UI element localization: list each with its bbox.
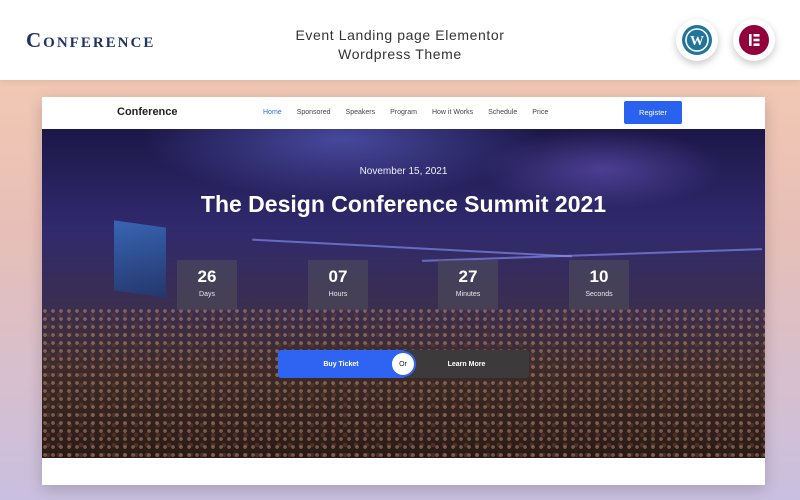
nav-sponsored[interactable]: Sponsored — [297, 109, 331, 116]
countdown-hours: 07 Hours — [308, 260, 368, 310]
elementor-badge — [733, 19, 775, 61]
wordpress-icon: W — [682, 25, 712, 55]
nav-schedule[interactable]: Schedule — [488, 109, 517, 116]
countdown-minutes: 27 Minutes — [438, 260, 498, 310]
countdown-label: Seconds — [585, 291, 613, 298]
countdown-label: Minutes — [455, 291, 481, 298]
buy-ticket-button[interactable]: Buy Ticket — [278, 350, 404, 378]
website-mockup: Conference Home Sponsored Speakers Progr… — [42, 97, 765, 485]
nav-price[interactable]: Price — [532, 109, 548, 116]
nav-speakers[interactable]: Speakers — [346, 109, 376, 116]
site-navbar: Conference Home Sponsored Speakers Progr… — [42, 97, 765, 129]
wordpress-badge: W — [676, 19, 718, 61]
light-beam — [252, 238, 572, 258]
or-divider: Or — [392, 353, 414, 375]
promo-title-line2: Wordpress Theme — [338, 46, 462, 62]
nav-how-it-works[interactable]: How it Works — [432, 109, 473, 116]
event-date: November 15, 2021 — [359, 166, 448, 177]
nav-home[interactable]: Home — [263, 109, 282, 116]
countdown-days: 26 Days — [177, 260, 237, 310]
countdown-label: Days — [199, 291, 215, 298]
elementor-icon — [739, 25, 769, 55]
learn-more-button[interactable]: Learn More — [404, 350, 529, 378]
countdown-value: 27 — [458, 267, 478, 286]
svg-text:W: W — [690, 34, 704, 49]
hero-section: November 15, 2021 The Design Conference … — [42, 129, 765, 458]
brand-logo: Conference — [26, 28, 156, 52]
nav-links: Home Sponsored Speakers Program How it W… — [263, 109, 563, 116]
site-logo[interactable]: Conference — [117, 106, 178, 118]
stage-screen-image — [114, 220, 166, 298]
audience-crowd-image — [42, 308, 765, 458]
cta-group: Buy Ticket Learn More Or — [278, 350, 529, 378]
countdown-value: 07 — [328, 267, 348, 286]
countdown-value: 26 — [197, 267, 217, 286]
promo-title: Event Landing page Elementor Wordpress T… — [250, 26, 550, 64]
countdown-label: Hours — [328, 291, 348, 298]
countdown-seconds: 10 Seconds — [569, 260, 629, 310]
countdown-value: 10 — [589, 267, 609, 286]
promo-header: Conference Event Landing page Elementor … — [0, 0, 800, 80]
event-title: The Design Conference Summit 2021 — [200, 191, 607, 217]
nav-program[interactable]: Program — [390, 109, 417, 116]
register-button[interactable]: Register — [624, 101, 682, 124]
promo-title-line1: Event Landing page Elementor — [295, 27, 505, 43]
